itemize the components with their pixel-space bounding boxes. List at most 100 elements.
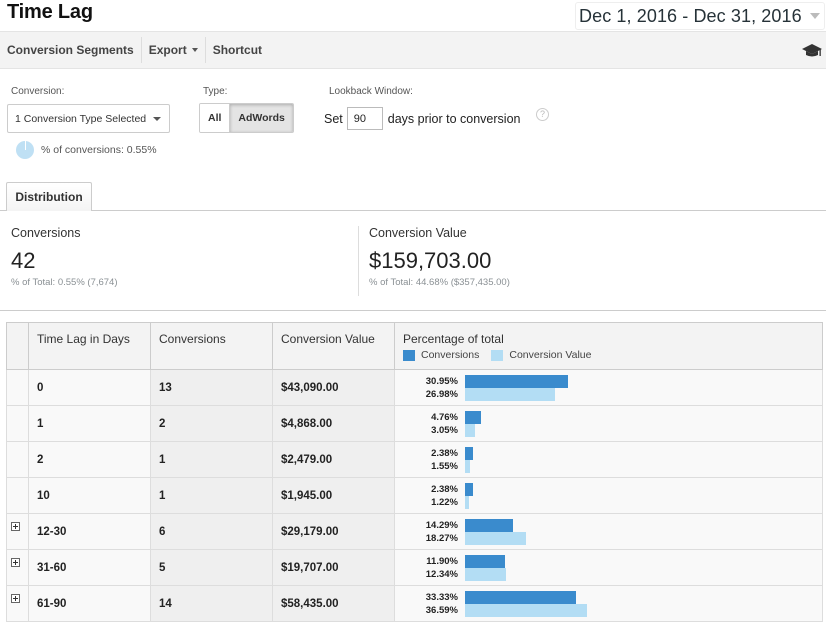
scorecard-label: Conversions	[11, 226, 81, 240]
expand-cell	[6, 549, 29, 586]
bar-conversion-value	[465, 568, 507, 581]
header-percentage-label: Percentage of total	[403, 332, 504, 346]
bar-row-conversions: 11.90%	[395, 555, 822, 568]
bar-label-conversions: 11.90%	[426, 556, 458, 567]
cell-time-lag: 1	[28, 405, 151, 442]
scorecard-subtext: % of Total: 0.55% (7,674)	[11, 277, 118, 288]
percent-of-conversions: % of conversions: 0.55%	[16, 141, 157, 159]
bar-label-conversions: 14.29%	[425, 520, 458, 531]
bar-conversions	[465, 555, 505, 568]
page-title: Time Lag	[7, 1, 93, 23]
bar-row-conversions: 4.76%	[395, 411, 822, 424]
export-button[interactable]: Export	[142, 37, 205, 63]
legend-swatch-conversion-value	[491, 349, 504, 361]
bar-row-conversion-value: 1.55%	[395, 460, 822, 473]
scorecard-value: $159,703.00	[369, 248, 492, 273]
expand-cell	[6, 477, 29, 514]
tab-distribution[interactable]: Distribution	[6, 182, 92, 211]
header-conversions[interactable]: Conversions	[150, 322, 273, 370]
table-header-row: Time Lag in Days Conversions Conversion …	[6, 322, 823, 370]
tab-bar-divider	[0, 210, 826, 211]
expand-plus-icon[interactable]	[11, 594, 20, 603]
lookback-days-input[interactable]	[346, 107, 383, 130]
cell-percentage-bars: 33.33% 36.59%	[394, 585, 823, 622]
conversion-type-value: 1 Conversion Type Selected	[15, 112, 147, 125]
expand-cell	[6, 405, 29, 442]
cell-percentage-bars: 2.38% 1.22%	[394, 477, 823, 514]
percent-of-conversions-text: % of conversions: 0.55%	[41, 144, 157, 156]
graduation-cap-icon[interactable]	[802, 43, 822, 59]
cell-conversion-value: $4,868.00	[272, 405, 395, 442]
type-adwords-button[interactable]: AdWords	[229, 104, 293, 132]
lookback-suffix: days prior to conversion	[387, 111, 521, 126]
table-row: 10 1 $1,945.00 2.38% 1.22%	[6, 477, 823, 514]
legend-item-conversions: Conversions	[403, 349, 479, 361]
bar-conversion-value	[465, 388, 555, 401]
chevron-down-icon	[153, 117, 161, 121]
cell-time-lag: 0	[28, 369, 151, 406]
toolbar: Conversion Segments Export Shortcut	[0, 31, 826, 69]
bar-label-conversion-value: 36.59%	[425, 605, 458, 616]
chevron-down-icon[interactable]	[809, 13, 820, 19]
cell-conversions: 1	[150, 477, 273, 514]
cell-time-lag: 10	[28, 477, 151, 514]
help-icon[interactable]: ?	[536, 108, 549, 121]
cell-percentage-bars: 4.76% 3.05%	[394, 405, 823, 442]
lookback-window: Set days prior to conversion	[324, 107, 520, 130]
header-expand-column	[6, 322, 29, 370]
shortcut-button[interactable]: Shortcut	[206, 37, 269, 63]
chart-legend: Conversions Conversion Value	[403, 349, 814, 361]
bar-row-conversions: 2.38%	[395, 483, 822, 496]
bar-label-conversions: 4.76%	[431, 412, 458, 423]
expand-plus-icon[interactable]	[11, 558, 20, 567]
bar-label-conversion-value: 26.98%	[425, 389, 458, 400]
cell-conversion-value: $58,435.00	[272, 585, 395, 622]
type-toggle: All AdWords	[199, 103, 294, 133]
legend-item-conversion-value: Conversion Value	[491, 349, 591, 361]
table-row: 0 13 $43,090.00 30.95% 26.98%	[6, 369, 823, 406]
lookback-prefix: Set	[324, 111, 343, 126]
pie-chart-icon	[16, 141, 34, 159]
expand-cell	[6, 513, 29, 550]
table-row: 2 1 $2,479.00 2.38% 1.55%	[6, 441, 823, 478]
bar-row-conversions: 30.95%	[395, 375, 822, 388]
bar-label-conversions: 33.33%	[425, 592, 458, 603]
bar-label-conversions: 2.38%	[431, 448, 458, 459]
bar-conversions	[465, 375, 569, 388]
cell-conversions: 1	[150, 441, 273, 478]
bar-row-conversion-value: 36.59%	[395, 604, 822, 617]
table-row: 61-90 14 $58,435.00 33.33% 36.59%	[6, 585, 823, 622]
export-label: Export	[148, 43, 187, 57]
bar-conversions	[465, 447, 473, 460]
scorecard-sub-prefix: % of Total:	[11, 277, 56, 288]
bar-label-conversion-value: 3.05%	[431, 425, 458, 436]
expand-cell	[6, 369, 29, 406]
bar-label-conversion-value: 12.34%	[425, 569, 458, 580]
scorecard-sub-total: (7,674)	[87, 277, 118, 288]
conversion-type-select[interactable]: 1 Conversion Type Selected	[7, 104, 170, 133]
table-row: 31-60 5 $19,707.00 11.90% 12.34%	[6, 549, 823, 586]
bar-row-conversions: 14.29%	[395, 519, 822, 532]
bar-conversions	[465, 519, 513, 532]
conversion-segments-button[interactable]: Conversion Segments	[0, 37, 141, 63]
expand-plus-icon[interactable]	[11, 522, 20, 531]
bar-conversion-value	[465, 424, 476, 437]
bar-label-conversion-value: 18.27%	[425, 533, 458, 544]
date-range-text: Dec 1, 2016 - Dec 31, 2016	[579, 5, 802, 26]
cell-percentage-bars: 14.29% 18.27%	[394, 513, 823, 550]
header-time-lag[interactable]: Time Lag in Days	[28, 322, 151, 370]
header-conversion-value[interactable]: Conversion Value	[272, 322, 395, 370]
type-all-button[interactable]: All	[200, 104, 230, 132]
cell-percentage-bars: 11.90% 12.34%	[394, 549, 823, 586]
scorecard-subtext: % of Total: 44.68% ($357,435.00)	[369, 277, 510, 288]
time-lag-table: Time Lag in Days Conversions Conversion …	[6, 322, 823, 622]
bar-conversion-value	[465, 532, 526, 545]
expand-cell	[6, 441, 29, 478]
scorecard-divider	[358, 226, 359, 296]
date-range-picker[interactable]: Dec 1, 2016 - Dec 31, 2016	[575, 2, 825, 30]
cell-conversion-value: $1,945.00	[272, 477, 395, 514]
bar-row-conversion-value: 1.22%	[395, 496, 822, 509]
bar-row-conversion-value: 18.27%	[395, 532, 822, 545]
scorecard-sub-prefix: % of Total:	[369, 277, 414, 288]
bar-conversion-value	[465, 496, 470, 509]
